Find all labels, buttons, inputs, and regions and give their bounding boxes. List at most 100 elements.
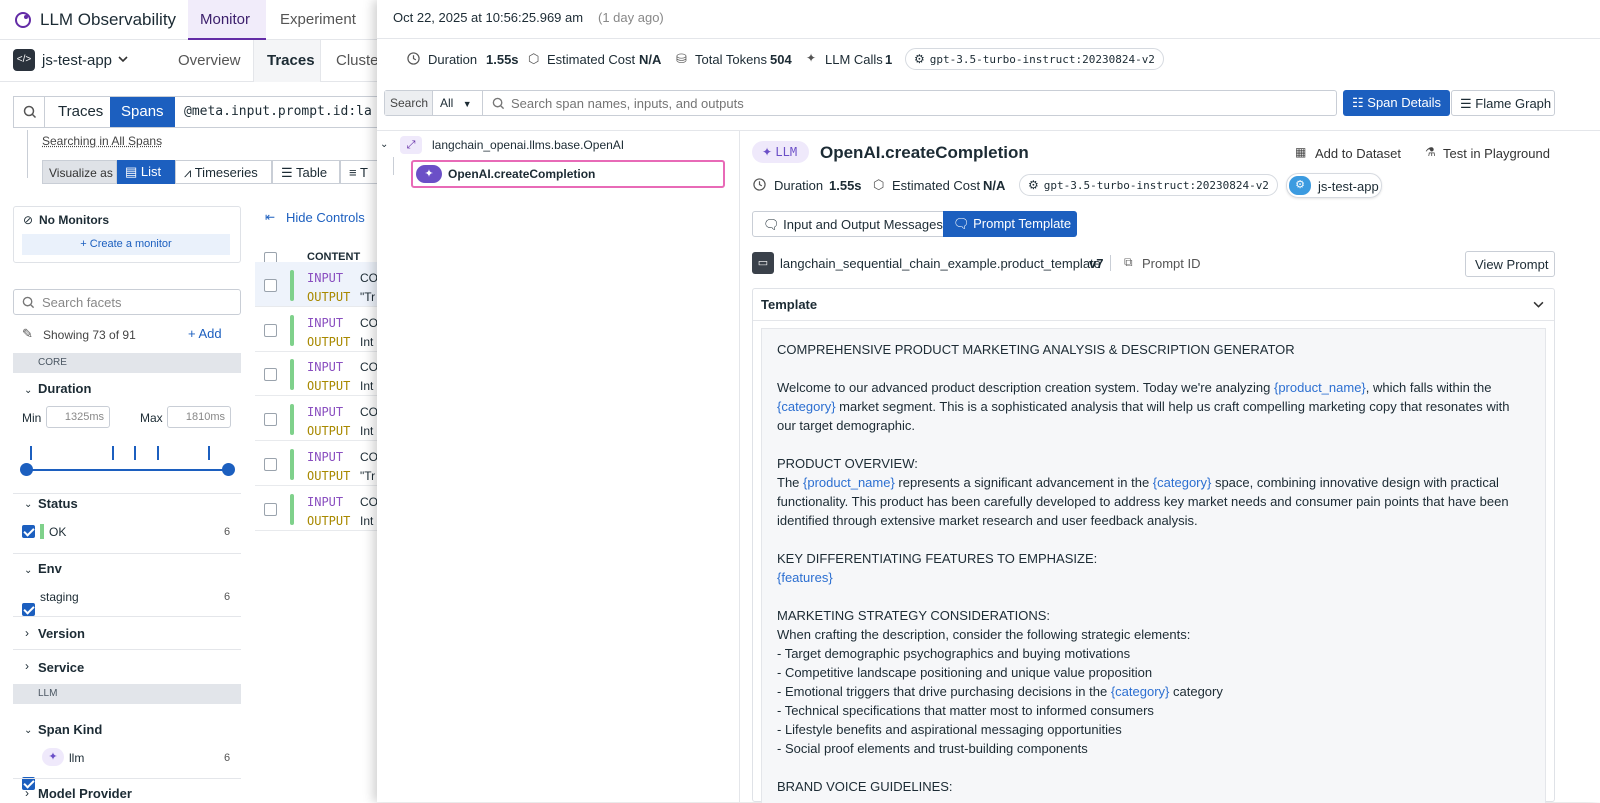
facet-span-kind[interactable]: Span Kind — [38, 722, 102, 737]
duration-slider-track[interactable] — [26, 469, 226, 471]
subnav-overview[interactable]: Overview — [178, 52, 241, 69]
template-card: Template COMPREHENSIVE PRODUCT MARKETING… — [752, 288, 1555, 803]
duration-histogram — [26, 446, 226, 462]
span-title: OpenAI.createCompletion — [820, 143, 1029, 162]
view-prompt-button[interactable]: View Prompt — [1465, 251, 1555, 277]
visualize-timeseries-label: Timeseries — [194, 165, 258, 180]
visualize-label-text: Visualize as — [49, 166, 113, 180]
tab-monitor[interactable]: Monitor — [188, 0, 266, 40]
copy-icon[interactable]: ⧉ — [1124, 255, 1133, 270]
add-to-dataset-button[interactable]: Add to Dataset — [1315, 146, 1401, 161]
row-checkbox[interactable] — [264, 323, 277, 337]
cost-icon: ⬡ — [528, 51, 540, 66]
table-row[interactable]: INPUT OUTPUT CO "Tr — [255, 441, 380, 486]
toggle-traces[interactable]: Traces — [44, 97, 110, 127]
searching-in-text[interactable]: Searching in All Spans — [42, 134, 162, 148]
span-model-name: gpt-3.5-turbo-instruct:20230824-v2 — [1043, 178, 1269, 192]
model-pill[interactable]: ⚙ gpt-3.5-turbo-instruct:20230824-v2 — [905, 48, 1164, 70]
template-body: COMPREHENSIVE PRODUCT MARKETING ANALYSIS… — [761, 328, 1546, 803]
pencil-icon[interactable]: ✎ — [22, 326, 33, 342]
status-ok-checkbox[interactable] — [22, 525, 35, 538]
service-pill[interactable]: ⚙ js-test-app — [1286, 173, 1382, 198]
table-row[interactable]: INPUT OUTPUT CO "Tr — [255, 262, 380, 307]
tree-child-span[interactable]: ✦ OpenAI.createCompletion — [411, 160, 725, 188]
chevron-down-icon[interactable]: ⌄ — [380, 139, 388, 150]
row-checkbox[interactable] — [264, 413, 277, 427]
facet-env[interactable]: Env — [38, 561, 62, 576]
query-input[interactable]: @meta.input.prompt.id:la — [184, 104, 372, 119]
row-input-label: INPUT — [307, 360, 344, 375]
span-details-button[interactable]: ☷ Span Details — [1343, 90, 1450, 116]
service-selector[interactable]: js-test-app — [42, 52, 112, 69]
status-ok-color — [40, 524, 44, 539]
visualize-table[interactable]: ☰ Table — [272, 160, 340, 184]
duration-slider-min-handle[interactable] — [20, 463, 33, 476]
tree-root-span[interactable]: langchain_openai.llms.base.OpenAI — [432, 138, 624, 152]
chevron-down-icon[interactable]: ⌄ — [24, 565, 32, 576]
prompt-id-button[interactable]: Prompt ID — [1142, 256, 1201, 271]
tab-experiment[interactable]: Experiment — [280, 11, 356, 28]
env-staging-label: staging — [40, 590, 79, 604]
facet-version[interactable]: Version — [38, 626, 85, 641]
chevron-down-icon — [118, 54, 128, 64]
add-facet-button[interactable]: + Add — [188, 326, 222, 341]
status-bar — [290, 359, 294, 391]
test-in-playground-button[interactable]: Test in Playground — [1443, 146, 1550, 161]
row-input-text: CO — [360, 405, 378, 420]
row-output-label: OUTPUT — [307, 290, 351, 304]
hide-controls-button[interactable]: Hide Controls — [286, 210, 365, 225]
visualize-bar: Visualize as ▤ List ⩘ Timeseries ☰ Table… — [42, 160, 382, 184]
visualize-timeseries[interactable]: ⩘ Timeseries — [175, 160, 272, 184]
row-checkbox[interactable] — [264, 502, 277, 516]
row-output-label: OUTPUT — [307, 468, 351, 483]
sub-nav: </> js-test-app Overview Traces Clusters — [0, 40, 391, 82]
row-output-label: OUTPUT — [307, 424, 351, 439]
chevron-down-icon[interactable]: ⌄ — [24, 725, 32, 736]
row-checkbox[interactable] — [264, 368, 277, 382]
tokens-label: Total Tokens — [695, 52, 768, 67]
facet-model-provider[interactable]: Model Provider — [38, 786, 132, 801]
table-row[interactable]: INPUT OUTPUT CO Int — [255, 351, 380, 397]
tab-input-output[interactable]: 🗨 Input and Output Messages — [752, 211, 944, 237]
facet-status[interactable]: Status — [38, 496, 78, 511]
duration-min-input[interactable]: 1325ms — [46, 406, 110, 428]
subnav-traces[interactable]: Traces — [253, 40, 321, 82]
no-monitors-label: No Monitors — [39, 213, 109, 227]
view-prompt-label: View Prompt — [1475, 257, 1549, 272]
facet-service[interactable]: Service — [38, 660, 84, 675]
env-staging-checkbox[interactable] — [22, 603, 35, 616]
row-output-text: Int — [360, 424, 374, 439]
hide-controls-icon[interactable]: ⇤ — [265, 210, 275, 224]
facet-search-input[interactable]: Search facets — [13, 289, 241, 315]
tab-prompt-template[interactable]: 🗨 Prompt Template — [943, 211, 1077, 237]
toggle-spans[interactable]: Spans — [110, 97, 175, 127]
template-section-header[interactable]: Template — [753, 289, 1554, 321]
table-row[interactable]: INPUT OUTPUT CO Int — [255, 307, 380, 352]
llm-calls-value: 1 — [885, 52, 893, 67]
row-input-text: CO — [360, 494, 378, 509]
span-search-input[interactable] — [511, 93, 1311, 113]
span-model-pill[interactable]: ⚙ gpt-3.5-turbo-instruct:20230824-v2 — [1019, 174, 1278, 196]
facet-duration[interactable]: Duration — [38, 381, 91, 396]
search-scope-select[interactable]: All ▼ — [433, 91, 483, 115]
row-checkbox[interactable] — [264, 457, 277, 471]
duration-slider-max-handle[interactable] — [222, 463, 235, 476]
visualize-tree[interactable]: ≡ T — [340, 160, 382, 184]
row-checkbox[interactable] — [264, 279, 277, 292]
duration-max-value: 1810ms — [185, 411, 225, 423]
clock-icon — [753, 178, 766, 191]
chevron-right-icon[interactable]: › — [25, 659, 29, 673]
create-monitor-button[interactable]: + Create a monitor — [22, 234, 230, 255]
chevron-down-icon[interactable]: ⌄ — [24, 385, 32, 396]
section-core-label: CORE — [38, 357, 67, 368]
flame-graph-button[interactable]: ☰ Flame Graph — [1451, 90, 1555, 116]
duration-max-input[interactable]: 1810ms — [167, 406, 231, 428]
chevron-down-icon[interactable]: ⌄ — [24, 499, 32, 510]
visualize-list[interactable]: ▤ List — [117, 160, 175, 184]
row-input-text: CO — [360, 449, 378, 464]
table-row[interactable]: INPUT OUTPUT CO Int — [255, 486, 380, 531]
table-row[interactable]: INPUT OUTPUT CO Int — [255, 396, 380, 442]
chevron-right-icon[interactable]: › — [25, 626, 29, 640]
chevron-right-icon[interactable]: › — [25, 786, 29, 800]
llm-sparkle-icon: ✦ — [42, 748, 64, 766]
